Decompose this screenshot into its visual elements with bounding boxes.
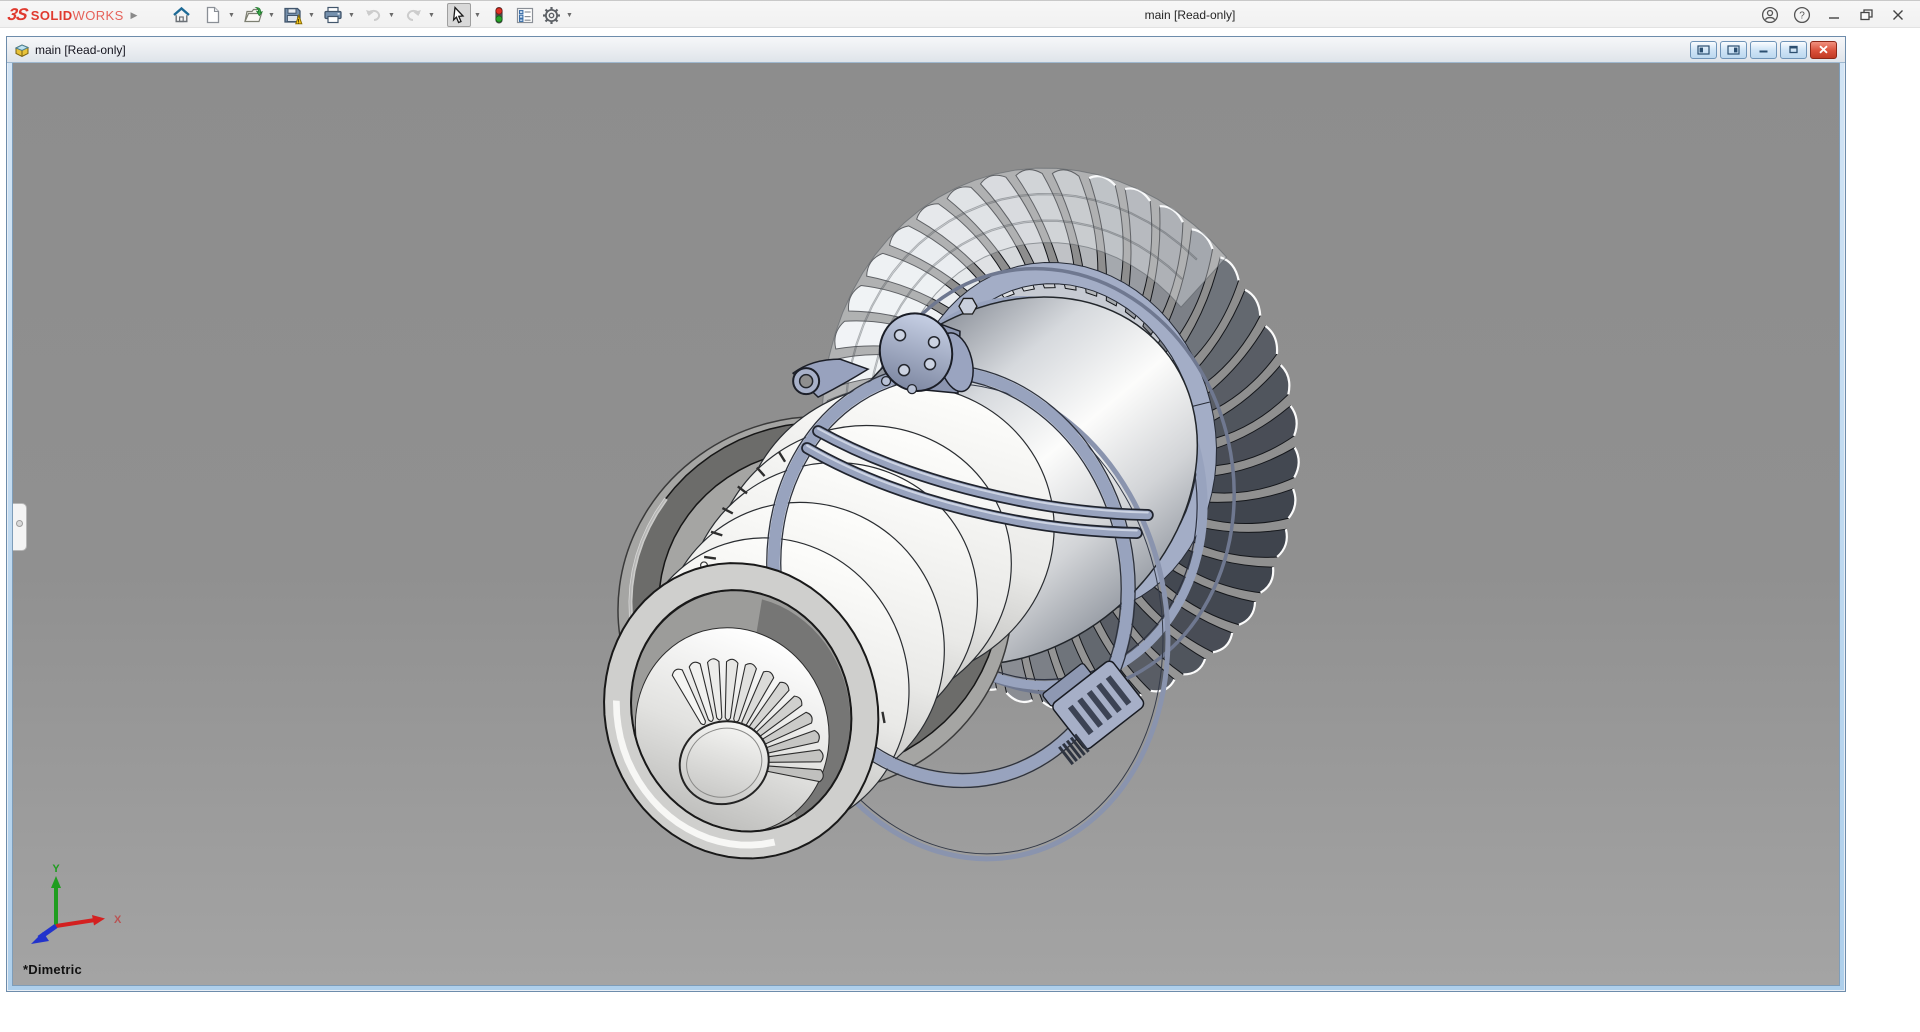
- status-bar: [0, 992, 1920, 1032]
- options-dropdown[interactable]: ▼: [564, 3, 575, 27]
- redo-dropdown[interactable]: ▼: [426, 3, 437, 27]
- new-document-button[interactable]: [201, 3, 225, 27]
- options-gear-icon: [542, 6, 561, 25]
- restore-icon: [1859, 8, 1874, 22]
- featuremanager-flyout-tab[interactable]: [13, 503, 27, 551]
- print-button[interactable]: [321, 3, 345, 27]
- quick-access-toolbar: ▼ ▼ ! ▼ ▼: [168, 2, 578, 28]
- print-dropdown[interactable]: ▼: [346, 3, 357, 27]
- pane-right-icon: [1727, 45, 1740, 55]
- close-icon: [1891, 8, 1905, 22]
- save-button[interactable]: !: [281, 3, 305, 27]
- home-button[interactable]: [169, 3, 193, 27]
- reference-triad: Y X: [21, 808, 151, 948]
- toolbar-expander-arrow[interactable]: ▶: [128, 7, 140, 23]
- save-icon: !: [283, 6, 303, 25]
- document-window: main [Read-only]: [6, 36, 1846, 992]
- solidworks-logo: 3S SOLID WORKS: [8, 4, 124, 26]
- pane-right-button[interactable]: [1720, 41, 1747, 59]
- open-folder-icon: [243, 6, 264, 24]
- pane-left-icon: [1697, 45, 1710, 55]
- options-button[interactable]: [539, 3, 563, 27]
- redo-button[interactable]: [401, 3, 425, 27]
- undo-button[interactable]: [361, 3, 385, 27]
- triad-x-arrowhead: [92, 915, 105, 926]
- pane-left-button[interactable]: [1690, 41, 1717, 59]
- doc-restore-button[interactable]: [1780, 41, 1807, 59]
- app-titlebar: 3S SOLID WORKS ▶ ▼ ▼: [0, 0, 1920, 28]
- help-icon: ?: [1793, 6, 1811, 24]
- doc-close-button[interactable]: [1810, 41, 1837, 59]
- svg-text:?: ?: [1799, 11, 1805, 22]
- redo-icon: [404, 7, 423, 23]
- triad-y-label: Y: [52, 863, 60, 875]
- restore-button[interactable]: [1850, 2, 1882, 28]
- rebuild-button[interactable]: [487, 3, 511, 27]
- brand-solid-text: SOLID: [31, 8, 73, 23]
- doc-minimize-button[interactable]: [1750, 41, 1777, 59]
- view-orientation-label: *Dimetric: [23, 962, 82, 977]
- document-title: main [Read-only]: [35, 43, 126, 57]
- solidworks-3s-glyph: 3S: [6, 5, 29, 25]
- document-titlebar[interactable]: main [Read-only]: [7, 37, 1845, 63]
- close-button[interactable]: [1882, 2, 1914, 28]
- rebuild-traffic-light-icon: [493, 6, 505, 25]
- save-dropdown[interactable]: ▼: [306, 3, 317, 27]
- open-dropdown[interactable]: ▼: [266, 3, 277, 27]
- print-icon: [323, 6, 343, 24]
- help-button[interactable]: ?: [1786, 2, 1818, 28]
- select-tool-button[interactable]: [447, 3, 471, 27]
- assembly-document-icon: [13, 42, 30, 58]
- doc-close-icon: [1818, 45, 1829, 54]
- triad-x-label: X: [114, 914, 122, 926]
- document-window-controls: [1690, 41, 1839, 59]
- select-arrow-icon: [451, 6, 467, 24]
- minimize-icon: [1827, 8, 1841, 22]
- file-properties-button[interactable]: [513, 3, 537, 27]
- account-button[interactable]: [1754, 2, 1786, 28]
- new-document-icon: [205, 6, 221, 24]
- minimize-button[interactable]: [1818, 2, 1850, 28]
- open-button[interactable]: [241, 3, 265, 27]
- jet-engine-model[interactable]: [13, 63, 1839, 985]
- undo-icon: [364, 7, 383, 23]
- app-window-controls: ?: [1754, 1, 1914, 29]
- triad-y-arrowhead: [51, 876, 61, 888]
- svg-text:!: !: [298, 18, 300, 25]
- new-document-dropdown[interactable]: ▼: [226, 3, 237, 27]
- graphics-viewport[interactable]: Y X *Dimetric: [12, 63, 1840, 986]
- file-properties-icon: [516, 7, 534, 24]
- doc-restore-icon: [1788, 45, 1799, 54]
- flyout-tab-dot: [16, 520, 23, 527]
- account-icon: [1761, 6, 1779, 24]
- select-tool-dropdown[interactable]: ▼: [472, 3, 483, 27]
- app-title: main [Read-only]: [1145, 1, 1236, 29]
- undo-dropdown[interactable]: ▼: [386, 3, 397, 27]
- brand-works-text: WORKS: [73, 8, 124, 23]
- doc-minimize-icon: [1758, 45, 1769, 54]
- home-icon: [172, 6, 191, 24]
